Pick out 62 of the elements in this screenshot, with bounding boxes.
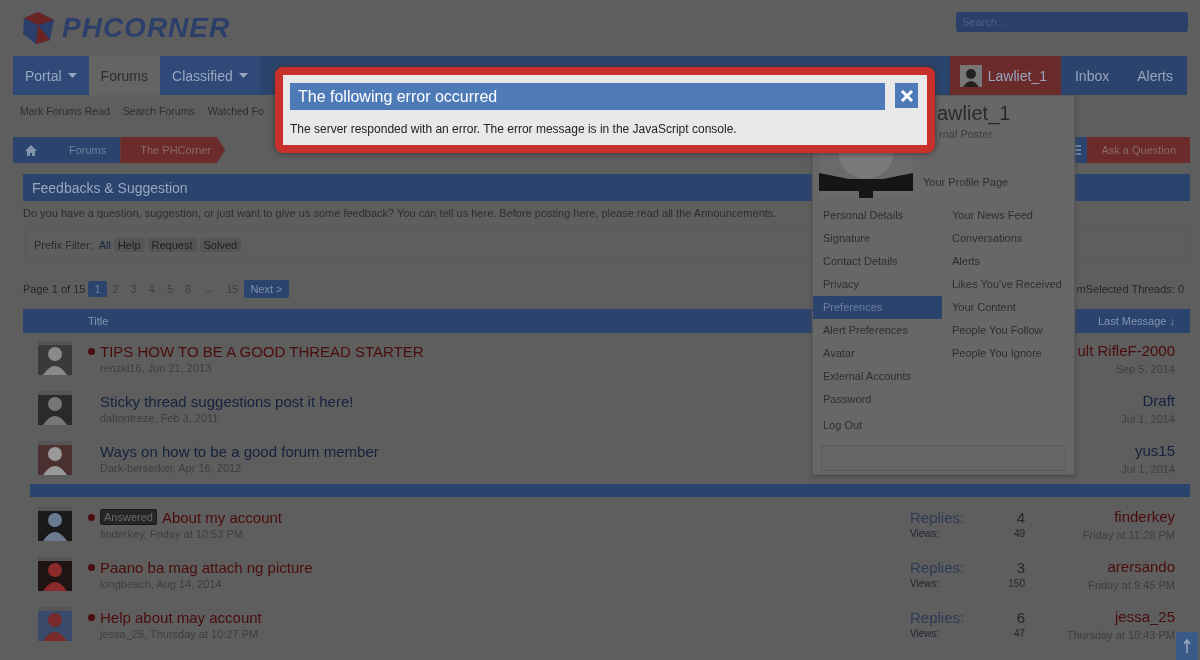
next-button[interactable]: Next > (244, 280, 289, 298)
replies-count: 4 (1015, 509, 1025, 526)
menu-item[interactable]: Password (813, 388, 942, 411)
avatar (959, 64, 982, 87)
menu-item[interactable]: External Accounts (813, 365, 942, 388)
avatar (38, 391, 72, 425)
breadcrumb-current[interactable]: The PHCorner (120, 137, 226, 163)
last-poster[interactable]: yus15 (1134, 441, 1175, 459)
logo-icon (20, 10, 56, 46)
views-label: Views: (910, 578, 941, 589)
avatar (38, 507, 72, 541)
views-label: Views: (910, 628, 941, 639)
home-icon[interactable] (13, 137, 49, 163)
views-count: 47 (1013, 628, 1025, 639)
thread-title[interactable]: Sticky thread suggestions post it here! (100, 392, 354, 410)
prefix-label[interactable]: Answered (100, 509, 157, 525)
menu-item[interactable]: People You Follow (942, 319, 1074, 342)
page-link[interactable]: → (197, 281, 221, 297)
close-button[interactable] (895, 83, 918, 108)
replies-count: 6 (1015, 609, 1025, 626)
thread-title[interactable]: Paano ba mag attach ng picture (100, 558, 313, 576)
menu-item[interactable]: Preferences (813, 296, 942, 319)
replies-count: 3 (1015, 559, 1025, 576)
menu-item[interactable]: Avatar (813, 342, 942, 365)
views-count: 49 (1013, 528, 1025, 539)
avatar (38, 341, 72, 375)
avatar (38, 557, 72, 591)
close-icon (899, 88, 914, 103)
avatar (38, 441, 72, 475)
nav-tab[interactable]: Classified (160, 56, 260, 95)
menu-item[interactable]: Signature (813, 227, 942, 250)
thread-title[interactable]: About my account (161, 508, 282, 526)
avatar (38, 607, 72, 641)
menu-item[interactable]: People You Ignore (942, 342, 1074, 365)
user-name: awliet_1 (937, 102, 1011, 125)
thread-title[interactable]: TIPS HOW TO BE A GOOD THREAD STARTER (100, 342, 424, 360)
ask-question-button[interactable]: Ask a Question (1087, 137, 1190, 163)
nav-tab[interactable]: Portal (13, 56, 89, 95)
menu-item[interactable]: Conversations (942, 227, 1074, 250)
nav-link[interactable]: Alerts (1123, 56, 1187, 95)
scroll-top-button[interactable] (1176, 632, 1198, 660)
user-tab[interactable]: Lawliet_1 (949, 56, 1061, 95)
menu-item[interactable]: Personal Details (813, 204, 942, 227)
menu-item[interactable]: Contact Details (813, 250, 942, 273)
page-link[interactable]: 1 (88, 281, 107, 297)
last-poster[interactable]: ult RifleF-2000 (1077, 341, 1175, 359)
last-poster[interactable]: finderkey (1114, 507, 1175, 525)
filter-link[interactable]: All (98, 239, 111, 251)
menu-item[interactable]: Alerts (942, 250, 1074, 273)
menu-item[interactable]: Alert Preferences (813, 319, 942, 342)
last-poster[interactable]: arersando (1107, 557, 1175, 575)
breadcrumb-link[interactable]: Forums (49, 137, 121, 163)
thread-title[interactable]: Ways on how to be a good forum member (100, 442, 379, 460)
error-message: The server responded with an error. The error message is in the JavaScript console. (290, 122, 737, 136)
last-poster[interactable]: Draft (1142, 391, 1175, 409)
last-poster[interactable]: jessa_25 (1114, 607, 1175, 625)
dialog-title: The following error occurred (290, 83, 885, 110)
views-label: Views: (910, 528, 941, 539)
arrow-icon (1183, 639, 1191, 653)
menu-item[interactable]: Privacy (813, 273, 942, 296)
thread-title[interactable]: Help about may account (100, 608, 262, 626)
nav-link[interactable]: Inbox (1060, 56, 1124, 95)
